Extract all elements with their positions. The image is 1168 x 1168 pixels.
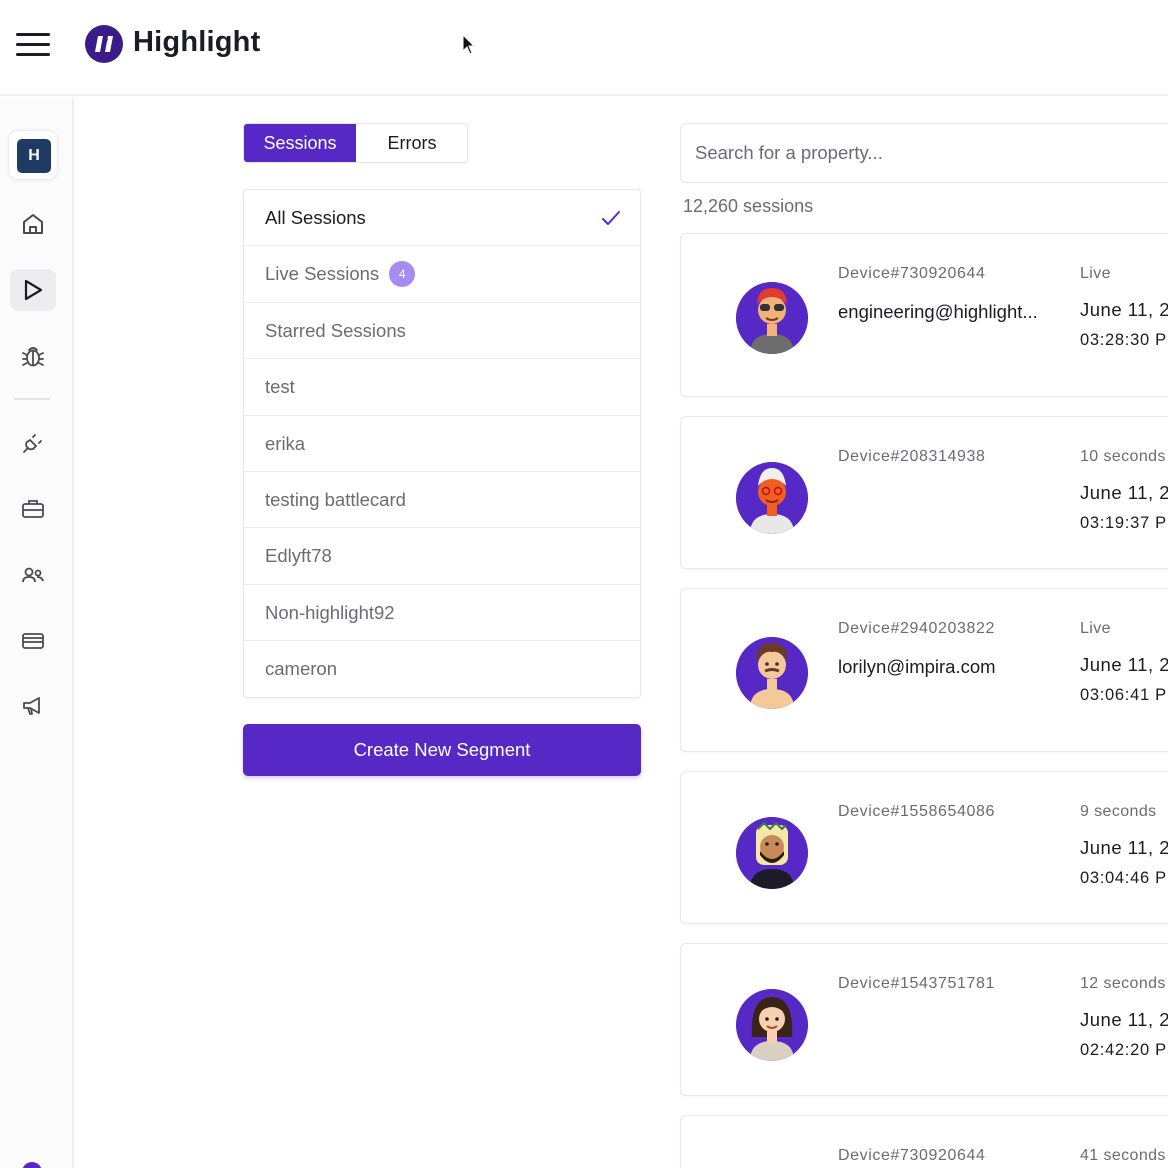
segment-item[interactable]: erika [244, 416, 640, 472]
highlight-logo[interactable] [85, 25, 123, 63]
session-time: 03:06:41 PM [1080, 686, 1168, 704]
top-bar: Highlight [0, 0, 1168, 96]
segment-label: Starred Sessions [265, 319, 406, 341]
segment-item[interactable]: cameron [244, 641, 640, 697]
session-status: 12 seconds [1080, 975, 1166, 992]
session-date: June 11, 2 [1080, 837, 1168, 858]
session-status: 10 seconds [1080, 448, 1166, 465]
segment-starred-sessions[interactable]: Starred Sessions [244, 303, 640, 360]
session-date: June 11, 2 [1080, 299, 1168, 320]
segment-label: Live Sessions [265, 263, 380, 285]
segment-label: testing battlecard [265, 488, 406, 510]
megaphone-icon [23, 697, 40, 715]
nav-home[interactable] [10, 203, 56, 245]
session-card[interactable]: Device#730920644 engineering@highlight..… [680, 233, 1168, 397]
segment-label: Edlyft78 [265, 545, 332, 567]
user-email: engineering@highlight... [838, 301, 1038, 322]
nav-workspace[interactable] [10, 488, 56, 530]
device-id: Device#730920644 [838, 265, 986, 282]
bug-icon [22, 347, 44, 367]
segment-all-sessions[interactable]: All Sessions [244, 190, 640, 247]
sidebar: H [0, 98, 74, 1168]
segment-label: test [265, 376, 295, 398]
tab-errors[interactable]: Errors [356, 124, 468, 162]
avatar [736, 817, 808, 889]
menu-icon[interactable] [16, 33, 50, 59]
session-card[interactable]: Device#2940203822 lorilyn@impira.com Liv… [680, 588, 1168, 752]
credit-card-icon [22, 633, 44, 649]
check-icon [602, 211, 620, 225]
device-id: Device#1558654086 [838, 803, 995, 820]
brand-name: Highlight [133, 26, 261, 58]
session-status: 9 seconds [1080, 803, 1157, 820]
segment-item[interactable]: test [244, 359, 640, 416]
avatar [736, 282, 808, 354]
sidebar-divider [14, 398, 50, 400]
session-time: 03:28:30 PM [1080, 331, 1168, 349]
workspace-avatar: H [17, 139, 51, 173]
segment-item[interactable]: Edlyft78 [244, 528, 640, 585]
nav-team[interactable] [10, 554, 56, 596]
user-email: lorilyn@impira.com [838, 656, 996, 677]
avatar [736, 637, 808, 709]
segment-label: erika [265, 432, 306, 454]
segment-live-sessions[interactable]: Live Sessions 4 [244, 246, 640, 303]
nav-sessions[interactable] [10, 269, 56, 311]
segment-list: All Sessions Live Sessions 4 Starred Sess… [243, 189, 641, 698]
session-time: 03:19:37 PM [1080, 514, 1168, 532]
session-date: June 11, 2 [1080, 1009, 1168, 1030]
nav-errors[interactable] [10, 335, 56, 377]
segment-label: cameron [265, 658, 337, 680]
segment-label: Non-highlight92 [265, 601, 395, 623]
view-tabs: Sessions Errors [243, 123, 468, 163]
session-time: 03:04:46 PM [1080, 869, 1168, 887]
session-date: June 11, 2 [1080, 654, 1168, 675]
create-segment-button[interactable]: Create New Segment [243, 724, 641, 776]
session-status: Live [1080, 620, 1111, 637]
play-icon [24, 279, 43, 301]
session-card[interactable]: Device#730920644 41 seconds [680, 1115, 1168, 1168]
session-card[interactable]: Device#1558654086 9 seconds June 11, 2 0… [680, 771, 1168, 924]
search-input[interactable] [680, 123, 1168, 183]
workspace-switcher[interactable]: H [8, 130, 58, 180]
segment-label: All Sessions [265, 207, 366, 228]
device-id: Device#1543751781 [838, 975, 995, 992]
session-time: 02:42:20 PM [1080, 1041, 1168, 1059]
session-date: June 11, 2 [1080, 482, 1168, 503]
users-icon [22, 567, 44, 583]
session-card[interactable]: Device#1543751781 12 seconds June 11, 2 … [680, 943, 1168, 1096]
briefcase-icon [22, 500, 44, 518]
segment-item[interactable]: testing battlecard [244, 472, 640, 529]
avatar [736, 462, 808, 534]
avatar [736, 989, 808, 1061]
user-avatar[interactable] [22, 1162, 42, 1168]
mouse-cursor-icon [462, 34, 476, 55]
device-id: Device#208314938 [838, 448, 986, 465]
session-card[interactable]: Device#208314938 10 seconds June 11, 2 0… [680, 416, 1168, 569]
home-icon [23, 214, 43, 234]
nav-announcements[interactable] [10, 685, 56, 727]
nav-billing[interactable] [10, 620, 56, 662]
live-count-badge: 4 [389, 260, 416, 287]
session-status: 41 seconds [1080, 1147, 1166, 1164]
session-count: 12,260 sessions [683, 196, 814, 216]
plug-icon [23, 434, 42, 453]
nav-integrations[interactable] [10, 422, 56, 464]
tab-sessions[interactable]: Sessions [244, 124, 356, 162]
device-id: Device#2940203822 [838, 620, 995, 637]
session-status: Live [1080, 265, 1111, 282]
device-id: Device#730920644 [838, 1147, 986, 1164]
segment-item[interactable]: Non-highlight92 [244, 585, 640, 642]
